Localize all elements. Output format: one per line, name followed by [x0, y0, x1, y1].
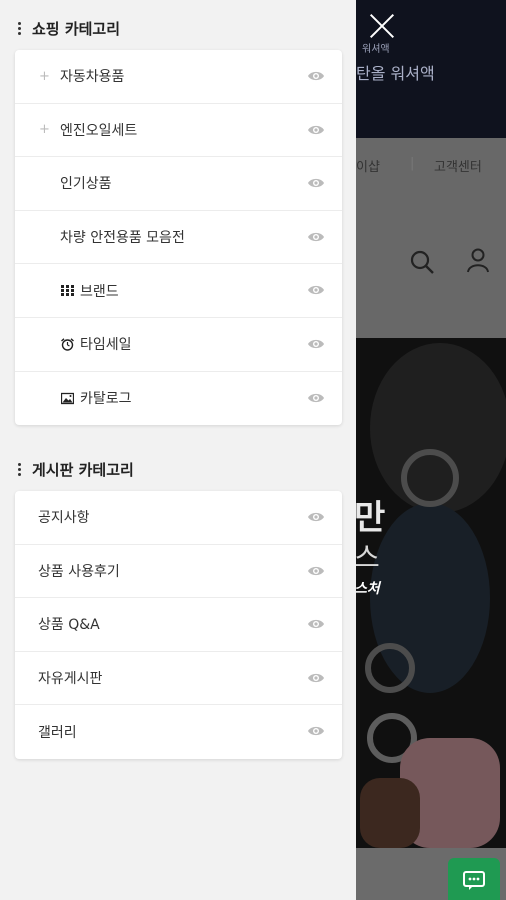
- category-item[interactable]: + 엔진오일세트: [15, 104, 342, 158]
- category-label: 타임세일: [80, 337, 132, 354]
- eye-icon[interactable]: [307, 176, 325, 190]
- nav-separator: |: [410, 156, 415, 171]
- board-item[interactable]: 갤러리: [15, 705, 342, 759]
- eye-icon[interactable]: [307, 391, 325, 405]
- shopping-category-list: + 자동차용품 + 엔진오일세트 인기상품 차량 안전용품 모음전 브랜드 타임…: [15, 50, 342, 426]
- board-label: 상품 사용후기: [38, 563, 120, 580]
- shopping-category-header: 쇼핑 카테고리: [18, 18, 120, 39]
- section-title: 쇼핑 카테고리: [32, 20, 121, 38]
- board-label: 자유게시판: [38, 671, 103, 688]
- promo-subline: 스: [354, 541, 380, 574]
- kebab-icon: [18, 461, 22, 478]
- promo-caption: 스처: [354, 581, 380, 597]
- category-label: 브랜드: [80, 283, 119, 300]
- nav-link-partial[interactable]: 이샵: [356, 156, 380, 175]
- eye-icon[interactable]: [307, 123, 325, 137]
- section-title: 게시판 카테고리: [32, 461, 134, 479]
- grid-icon: [61, 285, 74, 297]
- board-category-header: 게시판 카테고리: [18, 459, 134, 480]
- chat-icon: [463, 871, 485, 890]
- category-label: 엔진오일세트: [60, 122, 138, 139]
- board-item[interactable]: 공지사항: [15, 491, 342, 545]
- category-item[interactable]: 타임세일: [15, 318, 342, 372]
- board-item[interactable]: 상품 사용후기: [15, 545, 342, 599]
- image-icon: [61, 392, 74, 405]
- category-drawer: 쇼핑 카테고리 + 자동차용품 + 엔진오일세트 인기상품 차량 안전용품 모음…: [0, 0, 356, 900]
- board-label: 상품 Q&A: [38, 617, 100, 634]
- category-label: 카탈로그: [80, 391, 132, 408]
- board-label: 갤러리: [38, 725, 77, 742]
- brand-logo-text: 워셔액: [362, 44, 390, 55]
- category-item[interactable]: 인기상품: [15, 157, 342, 211]
- category-label: 인기상품: [60, 176, 112, 193]
- eye-icon[interactable]: [307, 724, 325, 738]
- board-item[interactable]: 상품 Q&A: [15, 598, 342, 652]
- search-icon[interactable]: [410, 250, 434, 274]
- board-label: 공지사항: [38, 510, 90, 527]
- eye-icon[interactable]: [307, 230, 325, 244]
- board-category-list: 공지사항 상품 사용후기 상품 Q&A 자유게시판 갤러리: [15, 491, 342, 759]
- expand-icon[interactable]: +: [39, 69, 50, 84]
- eye-icon[interactable]: [307, 69, 325, 83]
- alarm-clock-icon: [61, 338, 74, 351]
- category-label: 자동차용품: [60, 69, 125, 86]
- customer-center-link[interactable]: 고객센터: [434, 156, 482, 175]
- eye-icon[interactable]: [307, 564, 325, 578]
- close-drawer-button[interactable]: [366, 10, 398, 42]
- promo-headline: 만: [354, 498, 386, 538]
- category-item[interactable]: 브랜드: [15, 264, 342, 318]
- category-item[interactable]: + 자동차용품: [15, 50, 342, 104]
- brand-text: 탄올 워셔액: [356, 64, 435, 83]
- user-icon[interactable]: [466, 248, 490, 274]
- chat-button[interactable]: [448, 858, 500, 900]
- expand-icon[interactable]: +: [39, 122, 50, 137]
- eye-icon[interactable]: [307, 617, 325, 631]
- category-item[interactable]: 차량 안전용품 모음전: [15, 211, 342, 265]
- eye-icon[interactable]: [307, 510, 325, 524]
- category-item[interactable]: 카탈로그: [15, 372, 342, 426]
- category-label: 차량 안전용품 모음전: [60, 230, 185, 247]
- eye-icon[interactable]: [307, 283, 325, 297]
- board-item[interactable]: 자유게시판: [15, 652, 342, 706]
- kebab-icon: [18, 20, 22, 37]
- eye-icon[interactable]: [307, 671, 325, 685]
- eye-icon[interactable]: [307, 337, 325, 351]
